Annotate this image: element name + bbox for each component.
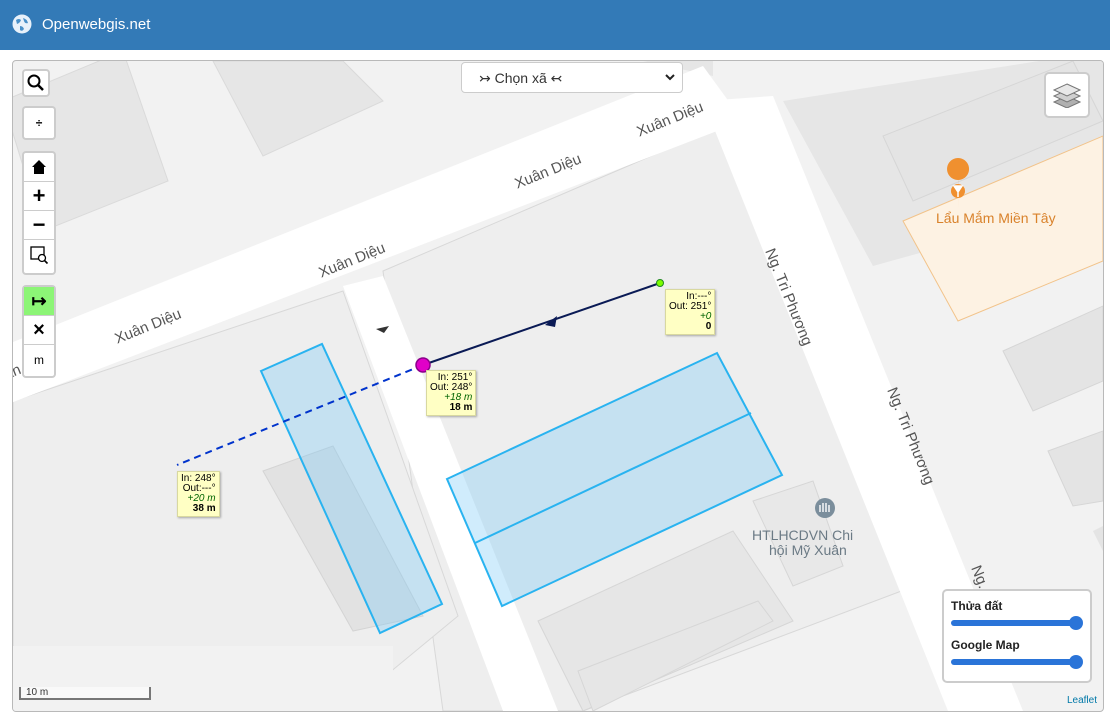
opacity-slider-parcels[interactable] [951,616,1083,630]
poi-label-htlhcdvn-1[interactable]: HTLHCDVN Chi [752,527,853,543]
layers-icon [1053,83,1081,108]
opacity-label-google: Google Map [951,638,1020,652]
home-icon [32,160,46,174]
opacity-label-parcels: Thửa đất [951,599,1003,613]
slider-knob[interactable] [1069,655,1083,669]
chevron-down-icon [665,74,675,81]
measure-tooltip-end: In: 248° Out:---° +20 m 38 m [177,471,220,517]
scale-bar: 10 m [19,687,151,700]
commune-select[interactable]: ↣ Chọn xã ↢ [461,62,683,93]
measure-tooltip-start: In:---° Out: 251° +0 0 [665,289,716,335]
home-button[interactable] [24,153,54,182]
opacity-panel: Thửa đất Google Map [942,589,1092,683]
search-control[interactable] [22,69,50,97]
slider-knob[interactable] [1069,616,1083,630]
locate-control[interactable]: ÷ [22,106,56,140]
app-title[interactable]: Openwebgis.net [42,16,150,33]
clear-measure-button[interactable]: × [24,316,54,345]
box-zoom-button[interactable] [24,240,54,269]
locate-button[interactable]: ÷ [24,108,54,137]
measure-control: ↦ × m [22,285,56,378]
measure-tooltip-vertex: In: 251° Out: 248° +18 m 18 m [426,370,477,416]
measure-button[interactable]: ↦ [24,287,54,316]
app-header: Openwebgis.net [0,0,1110,50]
zoom-out-button[interactable]: − [24,211,54,240]
search-icon [27,74,44,91]
layers-control[interactable] [1044,72,1090,118]
attribution-link[interactable]: Leaflet [1067,695,1097,706]
zoom-control: + − [22,151,56,275]
opacity-slider-google[interactable] [951,655,1083,669]
search-button[interactable] [24,71,48,95]
globe-icon [12,14,32,34]
zoom-in-button[interactable]: + [24,182,54,211]
poi-label-restaurant[interactable]: Lẩu Mắm Miền Tây [936,210,1056,226]
unit-toggle-button[interactable]: m [24,345,54,374]
poi-label-htlhcdvn-2[interactable]: hội Mỹ Xuân [769,542,847,558]
box-zoom-icon [30,245,49,264]
map-view[interactable]: Xuân Diệu Xuân Diệu Xuân Diệu Xuân Diệu … [12,60,1104,712]
